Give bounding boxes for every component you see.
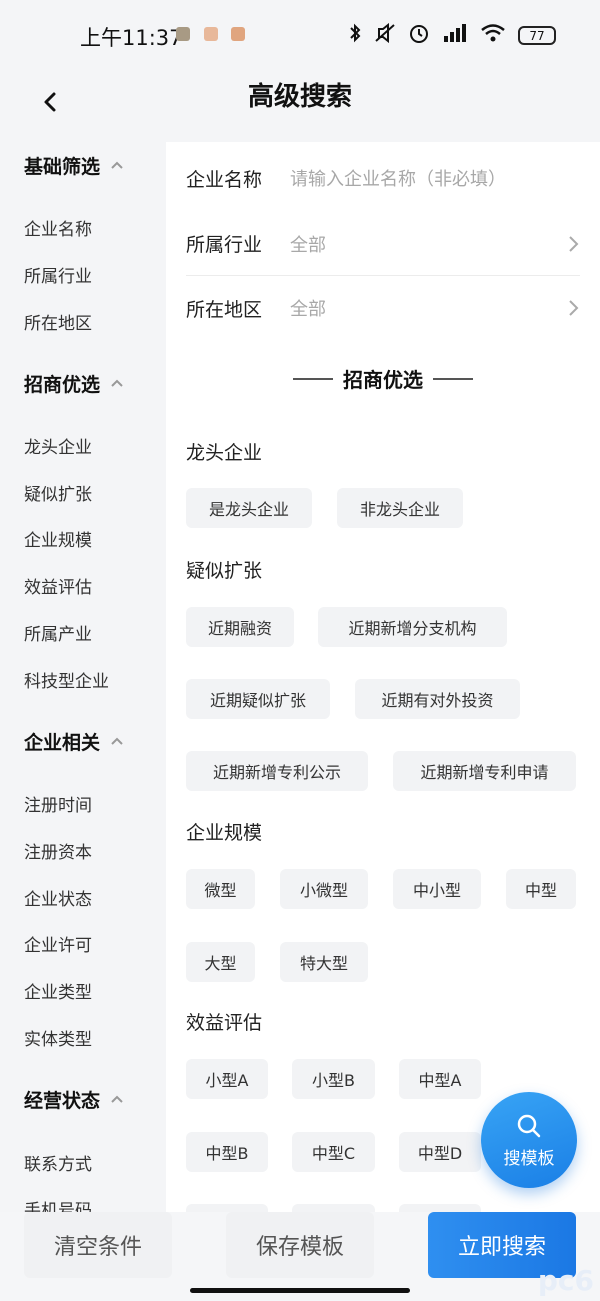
region-value: 全部 bbox=[290, 299, 326, 320]
category-title: 疑似扩张 bbox=[186, 560, 263, 582]
sidebar-item-sector[interactable]: 所属产业 bbox=[24, 620, 92, 645]
sidebar-group-operation[interactable]: 经营状态 bbox=[24, 1086, 124, 1113]
chevron-up-icon bbox=[111, 161, 123, 169]
bottom-action-bar: 清空条件 保存模板 立即搜索 pc6 bbox=[0, 1212, 600, 1301]
sidebar-item-industry[interactable]: 所属行业 bbox=[24, 262, 92, 287]
filter-chip[interactable]: 小型A bbox=[186, 1059, 268, 1099]
search-template-button[interactable]: 搜模板 bbox=[481, 1092, 577, 1188]
home-indicator[interactable] bbox=[190, 1288, 410, 1293]
cellular-signal-icon bbox=[442, 23, 468, 48]
company-name-label: 企业名称 bbox=[186, 168, 263, 191]
status-bar: 上午11:37 77 bbox=[0, 0, 600, 70]
region-label: 所在地区 bbox=[186, 298, 263, 321]
industry-value: 全部 bbox=[290, 234, 326, 256]
category-title: 龙头企业 bbox=[186, 442, 263, 464]
filter-panel: 企业名称 请输入企业名称（非必填） 所属行业 全部 所在地区 全部 招商优选 龙… bbox=[166, 142, 600, 1212]
bluetooth-icon bbox=[348, 23, 362, 48]
filter-chip-partial[interactable] bbox=[186, 1204, 268, 1212]
sidebar-item-reg-capital[interactable]: 注册资本 bbox=[24, 838, 92, 863]
section-title: 招商优选 bbox=[343, 368, 423, 392]
sidebar-item-region[interactable]: 所在地区 bbox=[24, 309, 92, 334]
sidebar-group-label: 招商优选 bbox=[24, 374, 101, 396]
filter-chip-partial[interactable] bbox=[292, 1204, 375, 1212]
filter-chip[interactable]: 中型D bbox=[399, 1132, 481, 1172]
category-title: 效益评估 bbox=[186, 1012, 263, 1034]
sidebar-group-company[interactable]: 企业相关 bbox=[24, 728, 124, 755]
filter-chip[interactable]: 近期新增分支机构 bbox=[318, 607, 507, 647]
industry-label: 所属行业 bbox=[186, 234, 263, 256]
sidebar-item-scale[interactable]: 企业规模 bbox=[24, 526, 92, 551]
filter-chip[interactable]: 是龙头企业 bbox=[186, 488, 312, 528]
divider-line bbox=[433, 377, 473, 380]
filter-chip-partial[interactable] bbox=[399, 1204, 481, 1212]
notification-app-icon bbox=[204, 27, 218, 41]
filter-chip[interactable]: 近期有对外投资 bbox=[355, 679, 520, 719]
chevron-right-icon bbox=[569, 235, 579, 252]
chevron-right-icon bbox=[569, 300, 579, 316]
sidebar-group-investment[interactable]: 招商优选 bbox=[24, 370, 124, 397]
sidebar-item-tech[interactable]: 科技型企业 bbox=[24, 667, 109, 692]
sidebar-item-contact[interactable]: 联系方式 bbox=[24, 1150, 92, 1175]
filter-chip[interactable]: 中型 bbox=[506, 869, 576, 909]
sidebar-item-company-name[interactable]: 企业名称 bbox=[24, 215, 92, 240]
sidebar-item-leading[interactable]: 龙头企业 bbox=[24, 433, 92, 458]
region-row[interactable]: 所在地区 全部 bbox=[186, 276, 580, 340]
sidebar-group-basic[interactable]: 基础筛选 bbox=[24, 152, 124, 179]
filter-chip[interactable]: 非龙头企业 bbox=[337, 488, 463, 528]
sidebar-item-expansion[interactable]: 疑似扩张 bbox=[24, 480, 92, 505]
filter-chip[interactable]: 近期新增专利公示 bbox=[186, 751, 368, 791]
filter-chip[interactable]: 小微型 bbox=[280, 869, 368, 909]
sidebar-nav: 基础筛选 企业名称 所属行业 所在地区 招商优选 龙头企业 疑似扩张 企业规模 … bbox=[0, 142, 166, 1212]
filter-chip[interactable]: 小型B bbox=[292, 1059, 375, 1099]
filter-chip[interactable]: 大型 bbox=[186, 942, 255, 982]
search-icon bbox=[517, 1114, 541, 1137]
chevron-up-icon bbox=[111, 737, 123, 745]
sidebar-item-license[interactable]: 企业许可 bbox=[24, 931, 92, 956]
watermark-logo: pc6 bbox=[537, 1264, 594, 1297]
filter-chip[interactable]: 中型B bbox=[186, 1132, 268, 1172]
notification-app-icon bbox=[176, 27, 190, 41]
page-title: 高级搜索 bbox=[247, 82, 352, 112]
alarm-icon bbox=[408, 22, 430, 49]
sidebar-item-type[interactable]: 企业类型 bbox=[24, 978, 92, 1003]
search-template-label: 搜模板 bbox=[503, 1148, 555, 1169]
divider-line bbox=[293, 377, 333, 380]
mute-icon bbox=[374, 22, 396, 48]
status-indicators: 77 bbox=[348, 22, 556, 49]
filter-chip[interactable]: 近期疑似扩张 bbox=[186, 679, 330, 719]
filter-chip[interactable]: 中小型 bbox=[393, 869, 481, 909]
category-title: 企业规模 bbox=[186, 822, 263, 844]
filter-chip[interactable]: 近期新增专利申请 bbox=[393, 751, 576, 791]
filter-chip[interactable]: 中型A bbox=[399, 1059, 481, 1099]
sidebar-item-phone[interactable]: 手机号码 bbox=[24, 1196, 92, 1212]
filter-chip[interactable]: 中型C bbox=[292, 1132, 375, 1172]
wifi-icon bbox=[480, 23, 506, 48]
sidebar-item-entity[interactable]: 实体类型 bbox=[24, 1025, 92, 1050]
industry-row[interactable]: 所属行业 全部 bbox=[186, 212, 580, 276]
sidebar-group-label: 企业相关 bbox=[24, 732, 101, 754]
save-template-button[interactable]: 保存模板 bbox=[226, 1212, 374, 1278]
section-header: 招商优选 bbox=[166, 364, 600, 393]
sidebar-group-label: 经营状态 bbox=[24, 1090, 101, 1112]
chevron-up-icon bbox=[111, 379, 123, 387]
company-name-row: 企业名称 请输入企业名称（非必填） bbox=[186, 146, 580, 210]
battery-indicator: 77 bbox=[518, 26, 556, 45]
sidebar-item-benefit[interactable]: 效益评估 bbox=[24, 573, 92, 598]
filter-chip[interactable]: 微型 bbox=[186, 869, 255, 909]
company-name-input[interactable]: 请输入企业名称（非必填） bbox=[290, 165, 580, 191]
filter-chip[interactable]: 近期融资 bbox=[186, 607, 294, 647]
sidebar-item-status[interactable]: 企业状态 bbox=[24, 885, 92, 910]
sidebar-item-reg-time[interactable]: 注册时间 bbox=[24, 791, 92, 816]
clear-conditions-button[interactable]: 清空条件 bbox=[24, 1212, 172, 1278]
header: 高级搜索 bbox=[0, 70, 600, 142]
sidebar-group-label: 基础筛选 bbox=[24, 156, 101, 178]
chevron-up-icon bbox=[111, 1095, 123, 1103]
filter-chip[interactable]: 特大型 bbox=[280, 942, 368, 982]
notification-app-icon bbox=[231, 27, 245, 41]
status-time: 上午11:37 bbox=[80, 26, 183, 50]
